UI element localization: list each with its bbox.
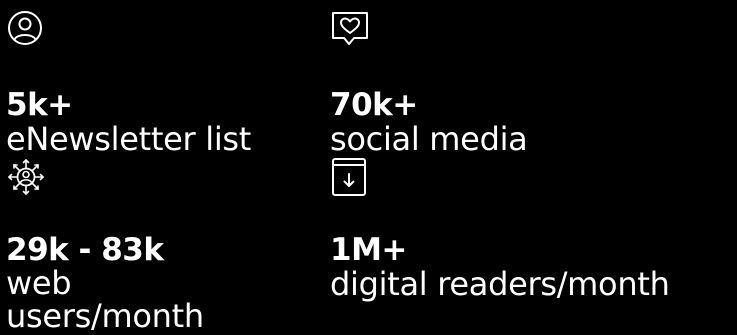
user-network-icon <box>6 157 46 197</box>
stat-value: 70k+ <box>330 87 418 123</box>
user-circle-icon <box>6 10 46 50</box>
heart-chat-icon <box>330 10 370 50</box>
stat-value: 5k+ <box>6 87 73 123</box>
stat-value: 29k - 83k <box>6 232 164 268</box>
stat-social-media: 70k+ social media <box>330 10 528 158</box>
stat-digital-readers: 1M+ digital readers/month <box>330 157 670 301</box>
stat-web-users: 29k - 83k web users/month <box>6 157 306 333</box>
stat-label: eNewsletter list <box>6 120 252 158</box>
stat-label: social media <box>330 120 528 158</box>
book-download-icon <box>330 157 370 197</box>
stat-label: web users/month <box>6 264 204 335</box>
stat-value: 1M+ <box>330 232 407 268</box>
stat-newsletter: 5k+ eNewsletter list <box>6 10 251 156</box>
stat-label: digital readers/month <box>330 265 670 303</box>
